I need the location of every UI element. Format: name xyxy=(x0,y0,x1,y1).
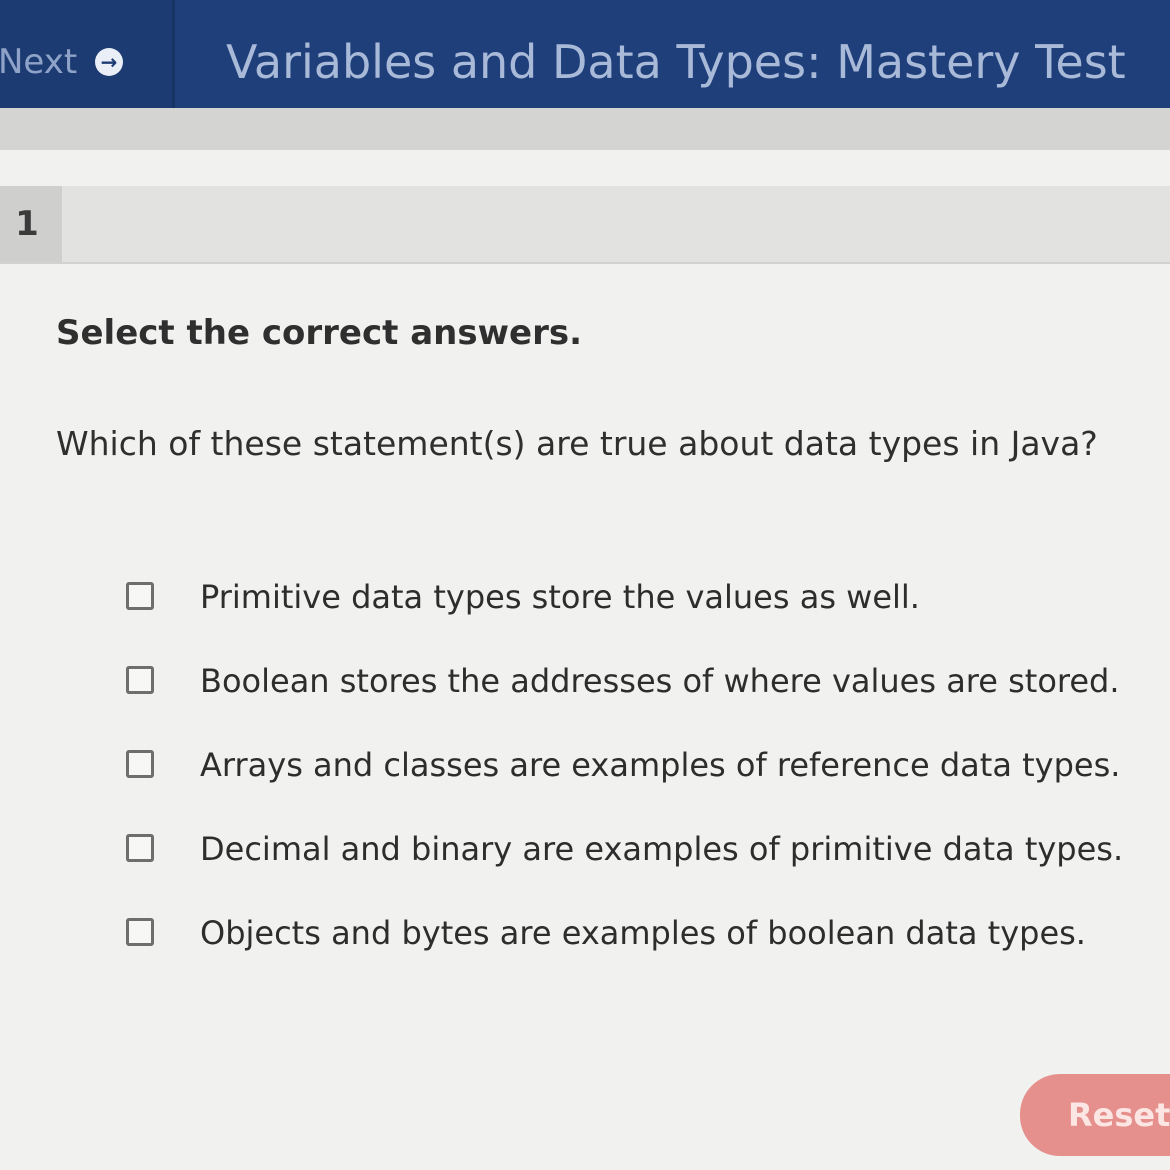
arrow-right-circle-icon: → xyxy=(95,48,123,76)
answer-options: Primitive data types store the values as… xyxy=(120,570,1160,990)
question-instruction: Select the correct answers. xyxy=(56,313,582,353)
sub-header-bar xyxy=(0,108,1170,150)
answer-checkbox-4[interactable] xyxy=(126,834,154,862)
answer-option-2[interactable]: Boolean stores the addresses of where va… xyxy=(120,654,1160,738)
answer-option-5[interactable]: Objects and bytes are examples of boolea… xyxy=(120,906,1160,990)
answer-checkbox-5[interactable] xyxy=(126,918,154,946)
answer-checkbox-2[interactable] xyxy=(126,666,154,694)
answer-option-4[interactable]: Decimal and binary are examples of primi… xyxy=(120,822,1160,906)
answer-option-label: Decimal and binary are examples of primi… xyxy=(200,830,1124,868)
answer-option-label: Objects and bytes are examples of boolea… xyxy=(200,914,1086,952)
answer-option-1[interactable]: Primitive data types store the values as… xyxy=(120,570,1160,654)
question-number: 1 xyxy=(15,204,39,244)
question-number-row: 1 xyxy=(0,186,1170,264)
answer-option-label: Primitive data types store the values as… xyxy=(200,578,920,616)
question-prompt: Which of these statement(s) are true abo… xyxy=(56,424,1098,463)
answer-option-3[interactable]: Arrays and classes are examples of refer… xyxy=(120,738,1160,822)
page-title: Variables and Data Types: Mastery Test xyxy=(226,35,1126,89)
answer-option-label: Boolean stores the addresses of where va… xyxy=(200,662,1120,700)
header-bar: Next → Variables and Data Types: Mastery… xyxy=(0,0,1170,108)
next-button[interactable]: Next → xyxy=(0,0,175,108)
answer-option-label: Arrays and classes are examples of refer… xyxy=(200,746,1121,784)
answer-checkbox-1[interactable] xyxy=(126,582,154,610)
page: Next → Variables and Data Types: Mastery… xyxy=(0,0,1170,1170)
question-number-tab[interactable]: 1 xyxy=(0,186,62,262)
answer-checkbox-3[interactable] xyxy=(126,750,154,778)
reset-button[interactable]: Reset xyxy=(1020,1074,1170,1156)
next-button-label: Next xyxy=(0,42,78,82)
